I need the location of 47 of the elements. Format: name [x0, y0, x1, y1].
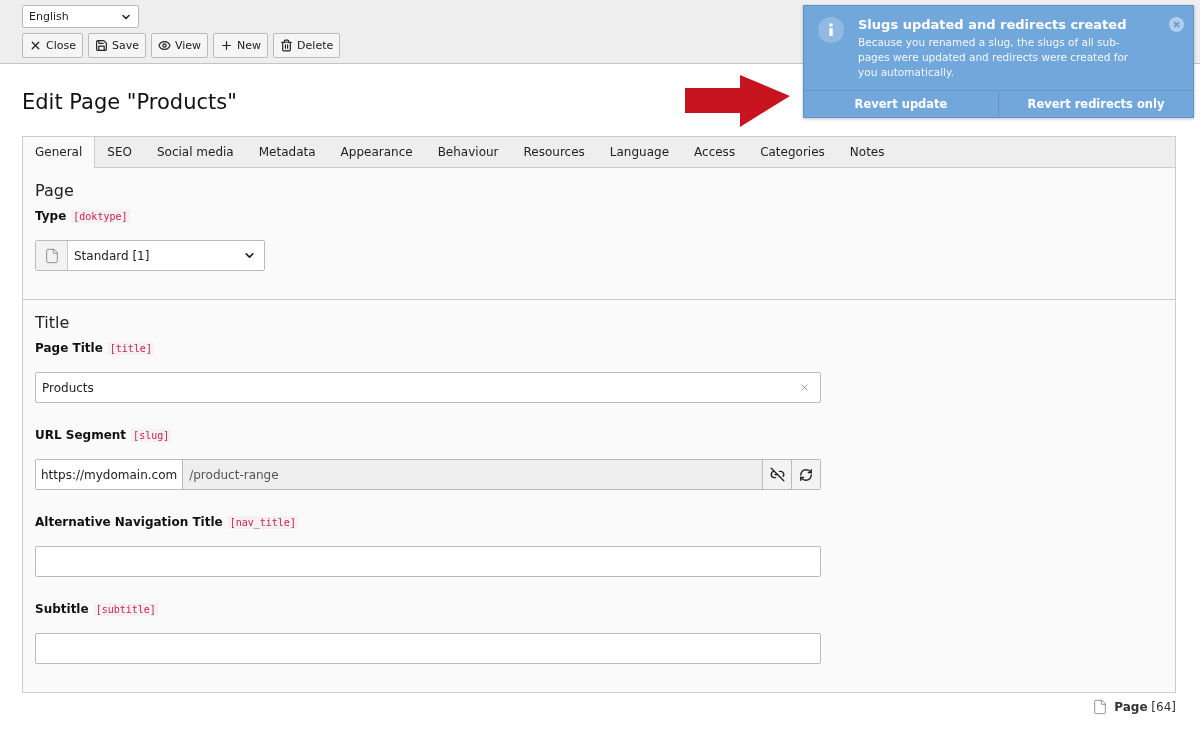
field-name: [doktype] [71, 209, 130, 223]
type-select[interactable]: Standard [1] [35, 240, 265, 271]
new-button[interactable]: New [213, 33, 269, 58]
plus-icon [220, 39, 234, 52]
section-heading: Title [35, 313, 71, 333]
tab[interactable]: Access [682, 137, 749, 167]
close-icon [29, 39, 42, 52]
field-name: [title] [107, 341, 154, 355]
tab[interactable]: General [23, 137, 96, 168]
clear-icon[interactable] [799, 382, 810, 393]
record-info: Page [64] [1114, 700, 1176, 714]
field-label: Page Title [35, 341, 103, 355]
info-icon [818, 17, 844, 43]
notification-message: Because you renamed a slug, the slugs of all sub-pages were updated and redirects were created for you automatically. [858, 35, 1130, 80]
language-select[interactable]: English [22, 5, 139, 28]
field-label: URL Segment [35, 428, 127, 442]
text-input[interactable] [35, 546, 821, 577]
tab[interactable]: Notes [837, 137, 898, 167]
tab[interactable]: Behaviour [425, 137, 512, 167]
tab[interactable]: Language [597, 137, 683, 167]
field-name: [slug] [131, 428, 172, 442]
trash-icon [280, 39, 294, 52]
tab[interactable]: SEO [95, 137, 145, 167]
view-button[interactable]: View [151, 33, 209, 58]
page-icon [1092, 699, 1109, 715]
page-icon [43, 247, 60, 264]
field-label: Subtitle [35, 602, 89, 616]
delete-button[interactable]: Delete [273, 33, 341, 58]
tab[interactable]: Categories [748, 137, 838, 167]
arrow-icon [685, 75, 790, 127]
close-icon[interactable] [1169, 17, 1184, 32]
field-label: Type [35, 209, 67, 223]
tab[interactable]: Resources [511, 137, 598, 167]
text-input[interactable] [35, 633, 821, 664]
tab[interactable]: Appearance [328, 137, 426, 167]
tab[interactable]: Social media [144, 137, 247, 167]
section-heading: Page [35, 181, 75, 201]
page-heading: Edit Page "Products" [22, 89, 237, 116]
tab[interactable]: Metadata [246, 137, 329, 167]
save-button[interactable]: Save [87, 33, 146, 58]
field-label: Alternative Navigation Title [35, 515, 223, 529]
text-input[interactable]: Products [35, 372, 821, 403]
field-name: [nav_title] [227, 515, 298, 529]
notification-title: Slugs updated and redirects created [858, 16, 1128, 33]
close-button[interactable]: Close [22, 33, 83, 58]
eye-icon [158, 39, 171, 52]
field-name: [subtitle] [93, 602, 158, 616]
